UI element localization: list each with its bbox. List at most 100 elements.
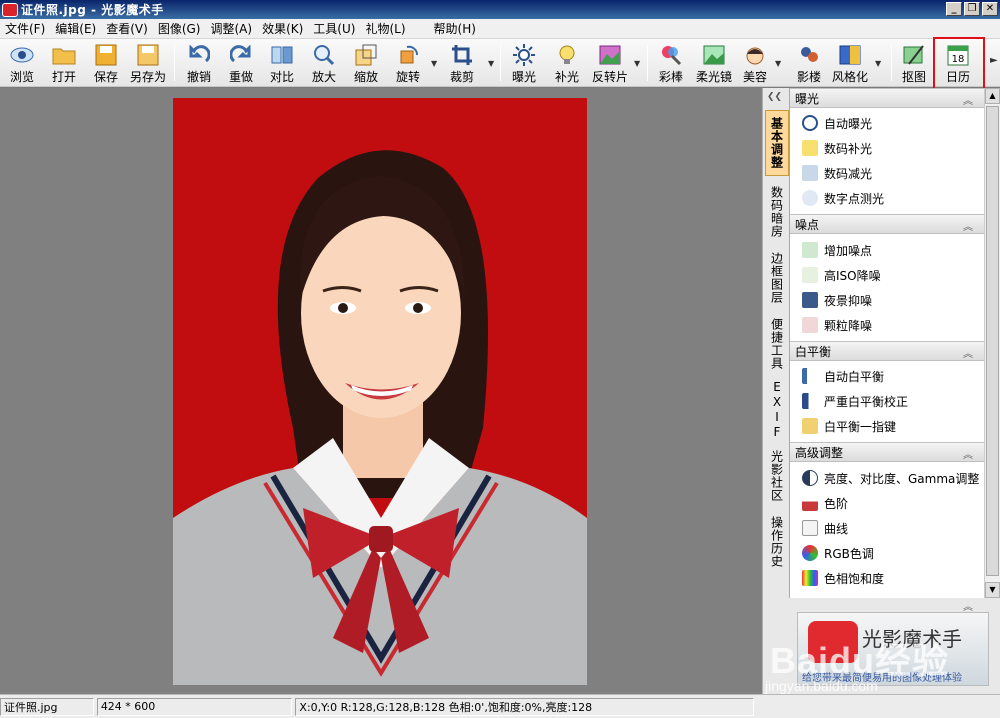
panel-scrollbar[interactable]: ▲ ▼ xyxy=(984,88,1000,598)
item-hue-saturation[interactable]: 色相饱和度 xyxy=(802,567,884,589)
night-icon xyxy=(802,292,818,308)
item-digital-reduce-light[interactable]: 数码减光 xyxy=(802,162,872,184)
fill-light-button[interactable]: 补光 xyxy=(553,41,581,85)
tab-exif[interactable]: EXIF xyxy=(765,380,789,440)
minimize-button[interactable]: _ xyxy=(946,2,962,16)
menu-tools[interactable]: 工具(U) xyxy=(308,20,360,37)
menu-adjust[interactable]: 调整(A) xyxy=(205,20,257,37)
collapse-panel-icon[interactable]: ❮❮ xyxy=(767,92,782,102)
restore-button[interactable]: ❐ xyxy=(964,2,980,16)
item-auto-white-balance[interactable]: 自动白平衡 xyxy=(802,365,884,387)
item-auto-exposure[interactable]: 自动曝光 xyxy=(802,112,872,134)
item-severe-wb-correction[interactable]: 严重白平衡校正 xyxy=(802,390,908,412)
studio-icon xyxy=(797,43,821,66)
chevron-up-icon: ︽ xyxy=(963,349,973,360)
menu-effects[interactable]: 效果(K) xyxy=(257,20,308,37)
item-night-denoise[interactable]: 夜景抑噪 xyxy=(802,289,872,311)
scroll-down-icon[interactable]: ▼ xyxy=(985,582,1000,598)
chevron-up-icon: ︽ xyxy=(963,96,973,107)
item-high-iso-denoise[interactable]: 高ISO降噪 xyxy=(802,264,881,286)
item-brightness-contrast-gamma[interactable]: 亮度、对比度、Gamma调整 xyxy=(802,467,979,489)
crop-dropdown-icon[interactable]: ▼ xyxy=(488,59,494,68)
calendar-highlight xyxy=(933,37,985,91)
beauty-button[interactable]: 美容 xyxy=(741,41,769,85)
browse-button[interactable]: 浏览 xyxy=(6,41,38,85)
shrink-button[interactable]: 缩放 xyxy=(352,41,380,85)
resize-icon xyxy=(354,43,378,66)
save-as-button[interactable]: 另存为 xyxy=(130,41,166,85)
dropper-icon xyxy=(802,418,818,434)
item-levels[interactable]: 色阶 xyxy=(802,492,848,514)
beauty-dropdown-icon[interactable]: ▼ xyxy=(775,59,781,68)
histogram-icon xyxy=(802,393,818,409)
soft-lens-button[interactable]: 柔光镜 xyxy=(696,41,732,85)
contrast-icon xyxy=(802,470,818,486)
crop-button[interactable]: 裁剪 xyxy=(448,41,476,85)
redo-button[interactable]: 重做 xyxy=(227,41,255,85)
toolbar: 浏览 打开 保存 另存为 撤销 重做 对比 放大 缩放 旋转 ▼ 裁剪 ▼ 曝光… xyxy=(0,39,1000,87)
tab-digital-darkroom[interactable]: 数码暗房 xyxy=(765,182,789,242)
item-grain-denoise[interactable]: 颗粒降噪 xyxy=(802,314,872,336)
item-digital-fill-light[interactable]: 数码补光 xyxy=(802,137,872,159)
toolbar-more-icon[interactable]: ► xyxy=(990,55,998,66)
section-exposure[interactable]: 曝光 ︽ xyxy=(790,88,985,108)
menu-file[interactable]: 文件(F) xyxy=(0,20,50,37)
reversal-dropdown-icon[interactable]: ▼ xyxy=(634,59,640,68)
stylize-button[interactable]: 风格化 xyxy=(832,41,868,85)
chevron-up-icon: ︽ xyxy=(963,450,973,461)
chevron-up-icon: ︽ xyxy=(963,222,973,233)
adjust-panel: 曝光 ︽ 自动曝光 数码补光 数码减光 数字点测光 噪点 ︽ 增加噪点 高ISO降噪… xyxy=(789,88,985,598)
scroll-thumb[interactable] xyxy=(986,106,999,576)
menu-image[interactable]: 图像(G) xyxy=(153,20,206,37)
curves-icon xyxy=(802,520,818,536)
tab-quick-tools[interactable]: 便捷工具 xyxy=(765,314,789,374)
section-white-balance[interactable]: 白平衡 ︽ xyxy=(790,341,985,361)
tab-basic-adjust[interactable]: 基本调整 xyxy=(765,110,789,176)
chevron-up-icon[interactable]: ︽ xyxy=(963,598,973,613)
section-noise[interactable]: 噪点 ︽ xyxy=(790,214,985,234)
tab-border-layer[interactable]: 边框图层 xyxy=(765,248,789,308)
stylize-dropdown-icon[interactable]: ▼ xyxy=(875,59,881,68)
title-bar: 证件照.jpg - 光影魔术手 _ ❐ ✕ xyxy=(0,0,1000,19)
menu-gifts[interactable]: 礼物(L) xyxy=(360,20,410,37)
compare-button[interactable]: 对比 xyxy=(268,41,296,85)
close-button[interactable]: ✕ xyxy=(982,2,998,16)
side-tabs: ❮❮ 基本调整 数码暗房 边框图层 便捷工具 EXIF 光影社区 操作历史 xyxy=(762,88,789,694)
menu-help[interactable]: 帮助(H) xyxy=(429,20,481,37)
item-wb-one-click[interactable]: 白平衡一指键 xyxy=(802,415,896,437)
tab-history[interactable]: 操作历史 xyxy=(765,512,789,572)
save-button[interactable]: 保存 xyxy=(92,41,120,85)
menu-bar: 文件(F) 编辑(E) 查看(V) 图像(G) 调整(A) 效果(K) 工具(U… xyxy=(0,19,1000,39)
cutout-icon xyxy=(902,43,926,66)
zoom-in-button[interactable]: 放大 xyxy=(310,41,338,85)
menu-edit[interactable]: 编辑(E) xyxy=(50,20,101,37)
tab-community[interactable]: 光影社区 xyxy=(765,446,789,506)
landscape-icon xyxy=(702,43,726,66)
item-spot-metering[interactable]: 数字点测光 xyxy=(802,187,884,209)
color-wand-button[interactable]: 彩棒 xyxy=(657,41,685,85)
item-rgb-tone[interactable]: RGB色调 xyxy=(802,542,874,564)
watermark: Baidu经验 xyxy=(770,640,950,681)
shadow-button[interactable]: 影楼 xyxy=(795,41,823,85)
hue-icon xyxy=(802,570,818,586)
item-curves[interactable]: 曲线 xyxy=(802,517,848,539)
rotate-button[interactable]: 旋转 xyxy=(394,41,422,85)
metering-icon xyxy=(802,190,818,206)
rotate-dropdown-icon[interactable]: ▼ xyxy=(431,59,437,68)
bulb-icon xyxy=(555,43,579,66)
reversal-button[interactable]: 反转片 xyxy=(590,41,630,85)
image-canvas[interactable] xyxy=(0,88,762,694)
exposure-button[interactable]: 曝光 xyxy=(510,41,538,85)
item-add-noise[interactable]: 增加噪点 xyxy=(802,239,872,261)
open-button[interactable]: 打开 xyxy=(50,41,78,85)
menu-view[interactable]: 查看(V) xyxy=(101,20,153,37)
section-advanced[interactable]: 高级调整 ︽ xyxy=(790,442,985,462)
undo-button[interactable]: 撤销 xyxy=(185,41,213,85)
face-icon xyxy=(743,43,767,66)
grain-icon xyxy=(802,317,818,333)
histogram-icon xyxy=(802,368,818,384)
redo-icon xyxy=(229,43,253,66)
scroll-up-icon[interactable]: ▲ xyxy=(985,88,1000,104)
dim-icon xyxy=(802,165,818,181)
cutout-button[interactable]: 抠图 xyxy=(900,41,928,85)
